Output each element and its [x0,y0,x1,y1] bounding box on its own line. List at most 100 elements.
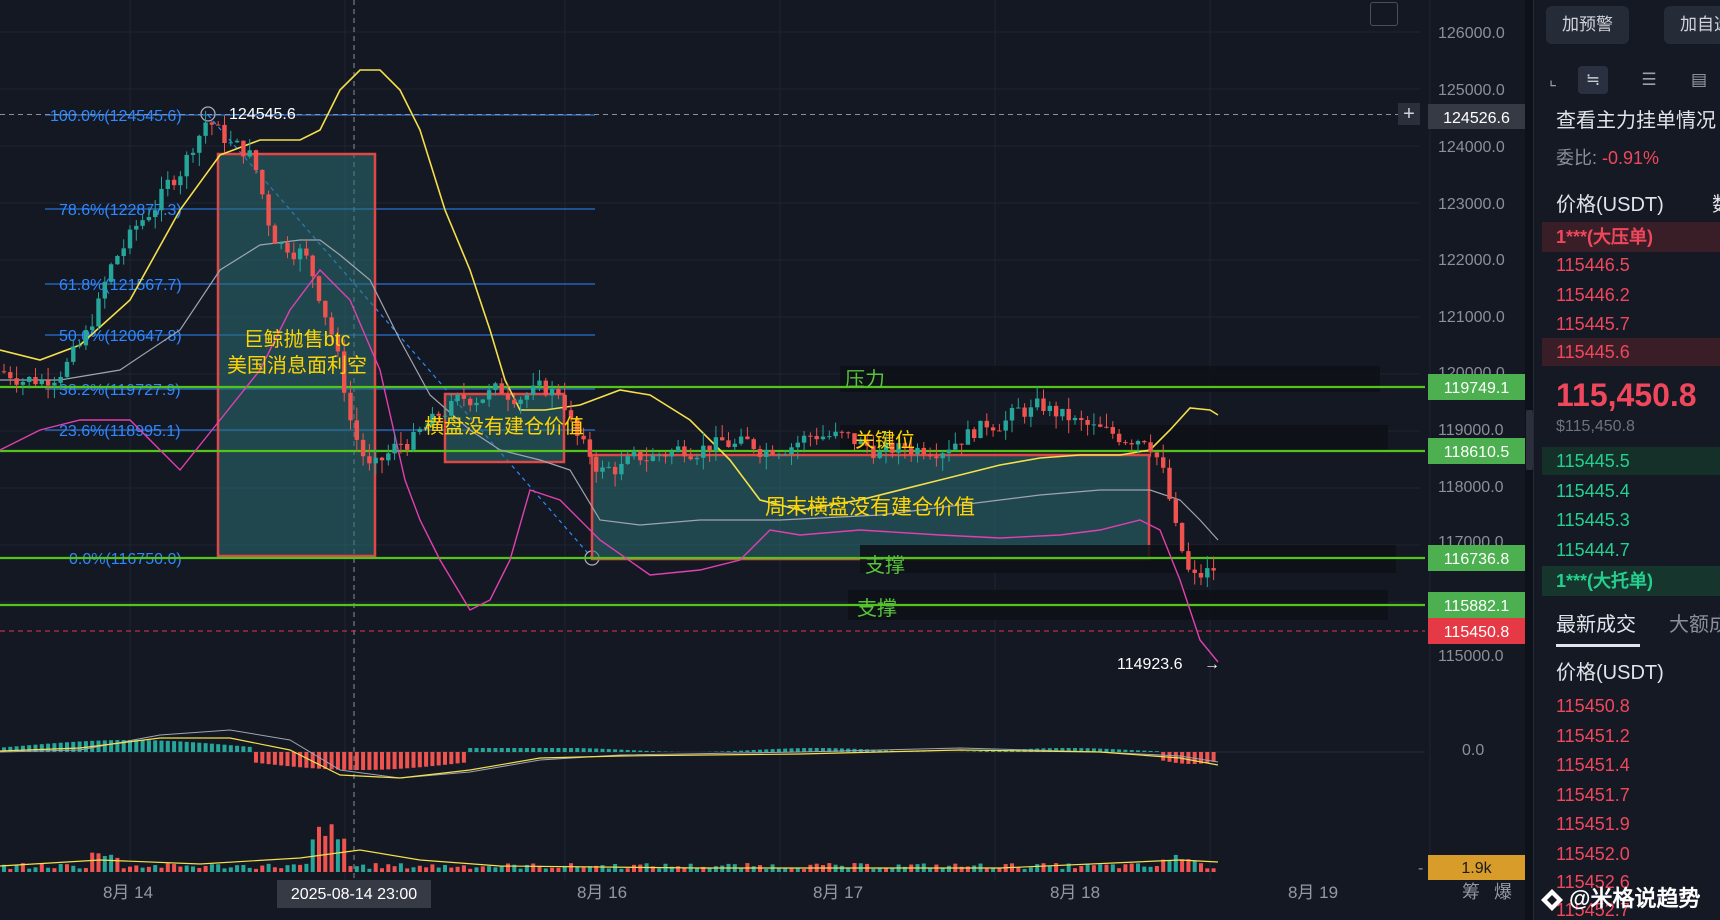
panel-collapse-handle[interactable] [1526,410,1533,470]
volume-bar [27,868,32,872]
candle-body [222,124,227,144]
candle-body [52,382,57,386]
date-axis-label: 8月 19 [1288,883,1338,902]
candle-body [644,460,649,462]
volume-bar [1148,866,1153,872]
volume-bar [153,865,158,872]
volume-bar [581,867,586,872]
bid-row[interactable]: 115444.7 [1556,540,1630,561]
macd-histogram-bar [556,748,561,752]
macd-histogram-bar [732,750,737,752]
price-axis-label: 123000.0 [1438,196,1505,213]
macd-histogram-bar [1148,750,1153,752]
macd-histogram-bar [203,743,208,752]
price-level-tag-text[interactable]: 119749.1 [1444,380,1510,397]
candle-body [209,122,215,125]
macd-histogram-bar [506,748,510,752]
grid-layout-icon[interactable]: ▤ [1684,66,1714,94]
price-level-tag-text[interactable]: 115882.1 [1444,598,1510,615]
tab-latest-trades[interactable]: 最新成交 [1556,608,1636,637]
macd-histogram-bar [153,740,158,752]
volume-bar [317,826,321,872]
macd-histogram-bar [449,752,454,765]
orderbook-layout-icon[interactable]: ≒ [1578,66,1608,94]
candle-body [663,454,668,457]
volume-bar [291,864,296,872]
liquidation-toggle[interactable]: 爆 [1494,882,1512,902]
macd-histogram-bar [373,752,378,770]
bid-row[interactable]: 115445.3 [1556,510,1630,531]
volume-arrow-icon: - [1418,860,1423,877]
macd-histogram-bar [159,740,164,752]
candlestick-chart[interactable]: 126000.0 125000.0 124000.0 123000.0 122000.0… [0,0,1525,920]
candle-body [682,446,687,457]
volume-bar [348,866,353,872]
list-layout-icon[interactable]: ☰ [1634,66,1664,94]
volume-bar [1098,864,1103,872]
chart-area[interactable]: 126000.0 125000.0 124000.0 123000.0 122000.0… [0,0,1525,920]
volume-bar [947,865,951,872]
bid-row[interactable]: 115445.4 [1556,481,1630,502]
bid-row[interactable]: 115445.5 [1542,447,1720,475]
volume-bar [1047,866,1052,872]
add-alert-button[interactable]: 加预警 [1546,6,1629,44]
candle-body [808,435,813,437]
volume-bar [600,865,605,872]
macd-histogram-bar [745,750,750,752]
volume-bar [134,865,139,872]
price-axis-label: 126000.0 [1438,25,1505,42]
candle-body [1041,398,1046,412]
candle-body [738,436,744,444]
candle-body [121,248,126,257]
fullscreen-icon[interactable] [1370,2,1398,26]
macd-histogram-bar [1110,749,1115,752]
candle-body [675,446,681,452]
candle-body [304,248,309,256]
candle-body [984,420,989,428]
candle-body [291,252,296,260]
macd-histogram-bar [1211,752,1216,762]
macd-histogram-bar [260,752,265,764]
crosshair-tool-icon[interactable]: ⌞ [1538,66,1568,94]
tab-active-indicator [1556,644,1640,647]
macd-histogram-bar [644,750,649,752]
macd-histogram-bar [512,748,517,752]
volume-bar [1091,865,1096,872]
candle-body [650,455,656,461]
candle-body [20,381,26,385]
volume-bar [657,868,662,872]
fib-level-label: 50.0%(120647.8) [59,328,182,345]
candle-body [745,436,750,440]
price-level-tag-text[interactable]: 118610.5 [1444,444,1510,461]
macd-histogram-bar [493,748,498,752]
volume-bar [52,868,57,872]
candle-body [1091,424,1097,426]
candle-body [449,400,454,416]
candle-body [1,371,7,373]
macd-histogram-bar [178,741,183,752]
volume-bar [569,863,573,872]
candle-body [978,420,983,439]
macd-histogram-bar [764,749,769,752]
ask-row[interactable]: 115445.6 [1542,338,1720,366]
volume-bar [619,868,624,872]
price-level-tag-text[interactable]: 116736.8 [1444,551,1510,568]
macd-histogram-bar [285,752,290,767]
ask-row[interactable]: 115445.7 [1556,314,1630,335]
candle-body [1022,407,1027,417]
tab-large-trades[interactable]: 大额成交 [1669,608,1720,637]
panel-title[interactable]: 查看主力挂单情况 [1556,104,1716,133]
add-watchlist-button[interactable]: 加自选 [1664,6,1720,44]
candle-body [266,194,271,226]
candle-body [946,449,952,454]
ask-row[interactable]: 115446.5 [1556,255,1630,276]
volume-bar [436,867,441,872]
ask-row[interactable]: 115446.2 [1556,285,1630,306]
price-level-tag-text[interactable]: 115450.8 [1444,624,1510,641]
volume-bar [1186,859,1191,872]
candle-body [71,346,76,362]
chips-toggle[interactable]: 筹 [1462,882,1480,902]
fib-level-label: 100.0%(124545.6) [50,108,182,125]
date-axis-label: 8月 17 [813,883,863,902]
plus-icon[interactable]: + [1403,103,1415,125]
